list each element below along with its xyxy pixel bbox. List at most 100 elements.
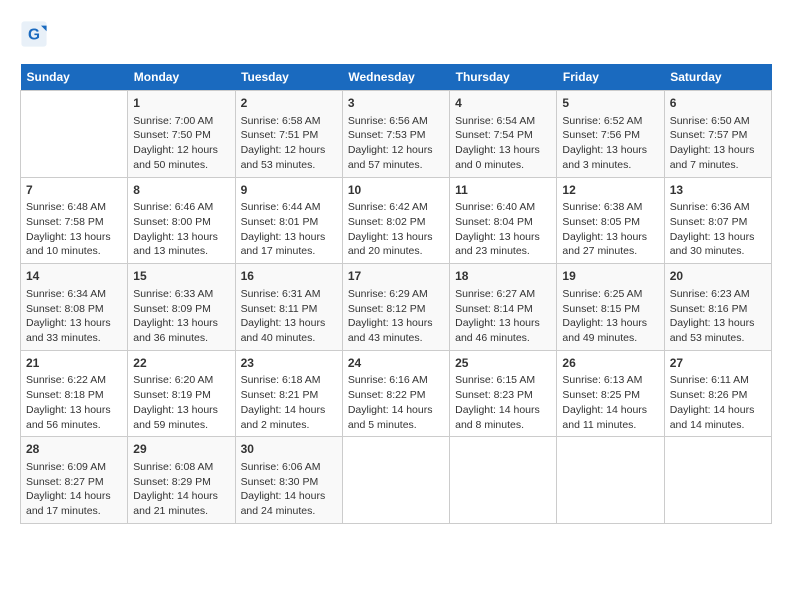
day-number: 18 [455, 268, 551, 285]
day-info: Sunrise: 6:38 AM Sunset: 8:05 PM Dayligh… [562, 200, 658, 259]
day-info: Sunrise: 7:00 AM Sunset: 7:50 PM Dayligh… [133, 114, 229, 173]
calendar-table: SundayMondayTuesdayWednesdayThursdayFrid… [20, 64, 772, 524]
calendar-dow-saturday: Saturday [664, 64, 771, 91]
day-number: 23 [241, 355, 337, 372]
calendar-cell: 19 Sunrise: 6:25 AM Sunset: 8:15 PM Dayli… [557, 264, 664, 351]
day-number: 5 [562, 95, 658, 112]
day-info: Sunrise: 6:09 AM Sunset: 8:27 PM Dayligh… [26, 460, 122, 519]
day-info: Sunrise: 6:46 AM Sunset: 8:00 PM Dayligh… [133, 200, 229, 259]
calendar-cell: 27Sunrise: 6:11 AM Sunset: 8:26 PM Dayli… [664, 350, 771, 437]
calendar-dow-tuesday: Tuesday [235, 64, 342, 91]
calendar-cell: 17Sunrise: 6:29 AM Sunset: 8:12 PM Dayli… [342, 264, 449, 351]
calendar-cell: 7Sunrise: 6:48 AM Sunset: 7:58 PM Daylig… [21, 177, 128, 264]
day-number: 4 [455, 95, 551, 112]
day-info: Sunrise: 6:27 AM Sunset: 8:14 PM Dayligh… [455, 287, 551, 346]
day-number: 3 [348, 95, 444, 112]
calendar-cell: 13Sunrise: 6:36 AM Sunset: 8:07 PM Dayli… [664, 177, 771, 264]
calendar-cell: 29 Sunrise: 6:08 AM Sunset: 8:29 PM Dayli… [128, 437, 235, 524]
calendar-cell: 14 Sunrise: 6:34 AM Sunset: 8:08 PM Dayli… [21, 264, 128, 351]
day-number: 8 [133, 182, 229, 199]
calendar-cell: 30 Sunrise: 6:06 AM Sunset: 8:30 PM Dayli… [235, 437, 342, 524]
day-info: Sunrise: 6:31 AM Sunset: 8:11 PM Dayligh… [241, 287, 337, 346]
day-info: Sunrise: 6:58 AM Sunset: 7:51 PM Dayligh… [241, 114, 337, 173]
day-number: 9 [241, 182, 337, 199]
day-number: 25 [455, 355, 551, 372]
day-info: Sunrise: 6:44 AM Sunset: 8:01 PM Dayligh… [241, 200, 337, 259]
day-number: 6 [670, 95, 766, 112]
day-number: 13 [670, 182, 766, 199]
calendar-cell: 18 Sunrise: 6:27 AM Sunset: 8:14 PM Dayli… [450, 264, 557, 351]
calendar-dow-friday: Friday [557, 64, 664, 91]
calendar-week-row: 1 Sunrise: 7:00 AM Sunset: 7:50 PM Daylig… [21, 91, 772, 178]
day-info: Sunrise: 6:22 AM Sunset: 8:18 PM Dayligh… [26, 373, 122, 432]
day-info: Sunrise: 6:48 AM Sunset: 7:58 PM Dayligh… [26, 200, 122, 259]
calendar-cell: 28Sunrise: 6:09 AM Sunset: 8:27 PM Dayli… [21, 437, 128, 524]
calendar-cell: 11Sunrise: 6:40 AM Sunset: 8:04 PM Dayli… [450, 177, 557, 264]
day-number: 21 [26, 355, 122, 372]
day-info: Sunrise: 6:13 AM Sunset: 8:25 PM Dayligh… [562, 373, 658, 432]
day-info: Sunrise: 6:25 AM Sunset: 8:15 PM Dayligh… [562, 287, 658, 346]
day-info: Sunrise: 6:34 AM Sunset: 8:08 PM Dayligh… [26, 287, 122, 346]
day-number: 20 [670, 268, 766, 285]
calendar-cell: 8Sunrise: 6:46 AM Sunset: 8:00 PM Daylig… [128, 177, 235, 264]
day-info: Sunrise: 6:33 AM Sunset: 8:09 PM Dayligh… [133, 287, 229, 346]
calendar-week-row: 28Sunrise: 6:09 AM Sunset: 8:27 PM Dayli… [21, 437, 772, 524]
day-info: Sunrise: 6:18 AM Sunset: 8:21 PM Dayligh… [241, 373, 337, 432]
day-info: Sunrise: 6:11 AM Sunset: 8:26 PM Dayligh… [670, 373, 766, 432]
calendar-dow-thursday: Thursday [450, 64, 557, 91]
calendar-cell: 15 Sunrise: 6:33 AM Sunset: 8:09 PM Dayli… [128, 264, 235, 351]
day-number: 15 [133, 268, 229, 285]
calendar-cell: 1 Sunrise: 7:00 AM Sunset: 7:50 PM Daylig… [128, 91, 235, 178]
day-number: 14 [26, 268, 122, 285]
day-number: 7 [26, 182, 122, 199]
calendar-cell: 16 Sunrise: 6:31 AM Sunset: 8:11 PM Dayli… [235, 264, 342, 351]
day-number: 24 [348, 355, 444, 372]
calendar-cell: 2 Sunrise: 6:58 AM Sunset: 7:51 PM Daylig… [235, 91, 342, 178]
day-number: 19 [562, 268, 658, 285]
day-number: 16 [241, 268, 337, 285]
calendar-header-row: SundayMondayTuesdayWednesdayThursdayFrid… [21, 64, 772, 91]
calendar-cell: 4 Sunrise: 6:54 AM Sunset: 7:54 PM Daylig… [450, 91, 557, 178]
day-number: 26 [562, 355, 658, 372]
calendar-week-row: 21Sunrise: 6:22 AM Sunset: 8:18 PM Dayli… [21, 350, 772, 437]
day-number: 22 [133, 355, 229, 372]
day-info: Sunrise: 6:20 AM Sunset: 8:19 PM Dayligh… [133, 373, 229, 432]
day-number: 2 [241, 95, 337, 112]
day-info: Sunrise: 6:54 AM Sunset: 7:54 PM Dayligh… [455, 114, 551, 173]
day-info: Sunrise: 6:16 AM Sunset: 8:22 PM Dayligh… [348, 373, 444, 432]
calendar-cell: 22Sunrise: 6:20 AM Sunset: 8:19 PM Dayli… [128, 350, 235, 437]
day-info: Sunrise: 6:36 AM Sunset: 8:07 PM Dayligh… [670, 200, 766, 259]
calendar-cell: 9Sunrise: 6:44 AM Sunset: 8:01 PM Daylig… [235, 177, 342, 264]
svg-text:G: G [28, 27, 40, 44]
calendar-cell: 25Sunrise: 6:15 AM Sunset: 8:23 PM Dayli… [450, 350, 557, 437]
calendar-cell: 24Sunrise: 6:16 AM Sunset: 8:22 PM Dayli… [342, 350, 449, 437]
calendar-cell [21, 91, 128, 178]
page-header: G [20, 20, 772, 48]
day-number: 17 [348, 268, 444, 285]
day-number: 29 [133, 441, 229, 458]
calendar-cell [664, 437, 771, 524]
calendar-cell: 5 Sunrise: 6:52 AM Sunset: 7:56 PM Daylig… [557, 91, 664, 178]
day-info: Sunrise: 6:08 AM Sunset: 8:29 PM Dayligh… [133, 460, 229, 519]
calendar-dow-sunday: Sunday [21, 64, 128, 91]
calendar-cell: 3 Sunrise: 6:56 AM Sunset: 7:53 PM Daylig… [342, 91, 449, 178]
day-info: Sunrise: 6:15 AM Sunset: 8:23 PM Dayligh… [455, 373, 551, 432]
day-number: 27 [670, 355, 766, 372]
day-info: Sunrise: 6:56 AM Sunset: 7:53 PM Dayligh… [348, 114, 444, 173]
day-number: 11 [455, 182, 551, 199]
logo-icon: G [20, 20, 48, 48]
calendar-week-row: 14 Sunrise: 6:34 AM Sunset: 8:08 PM Dayli… [21, 264, 772, 351]
calendar-cell: 21Sunrise: 6:22 AM Sunset: 8:18 PM Dayli… [21, 350, 128, 437]
calendar-cell: 26Sunrise: 6:13 AM Sunset: 8:25 PM Dayli… [557, 350, 664, 437]
day-number: 30 [241, 441, 337, 458]
day-info: Sunrise: 6:06 AM Sunset: 8:30 PM Dayligh… [241, 460, 337, 519]
calendar-dow-wednesday: Wednesday [342, 64, 449, 91]
day-info: Sunrise: 6:42 AM Sunset: 8:02 PM Dayligh… [348, 200, 444, 259]
day-number: 1 [133, 95, 229, 112]
day-info: Sunrise: 6:50 AM Sunset: 7:57 PM Dayligh… [670, 114, 766, 173]
calendar-cell [342, 437, 449, 524]
day-info: Sunrise: 6:52 AM Sunset: 7:56 PM Dayligh… [562, 114, 658, 173]
day-info: Sunrise: 6:23 AM Sunset: 8:16 PM Dayligh… [670, 287, 766, 346]
calendar-cell: 6 Sunrise: 6:50 AM Sunset: 7:57 PM Daylig… [664, 91, 771, 178]
calendar-cell [450, 437, 557, 524]
